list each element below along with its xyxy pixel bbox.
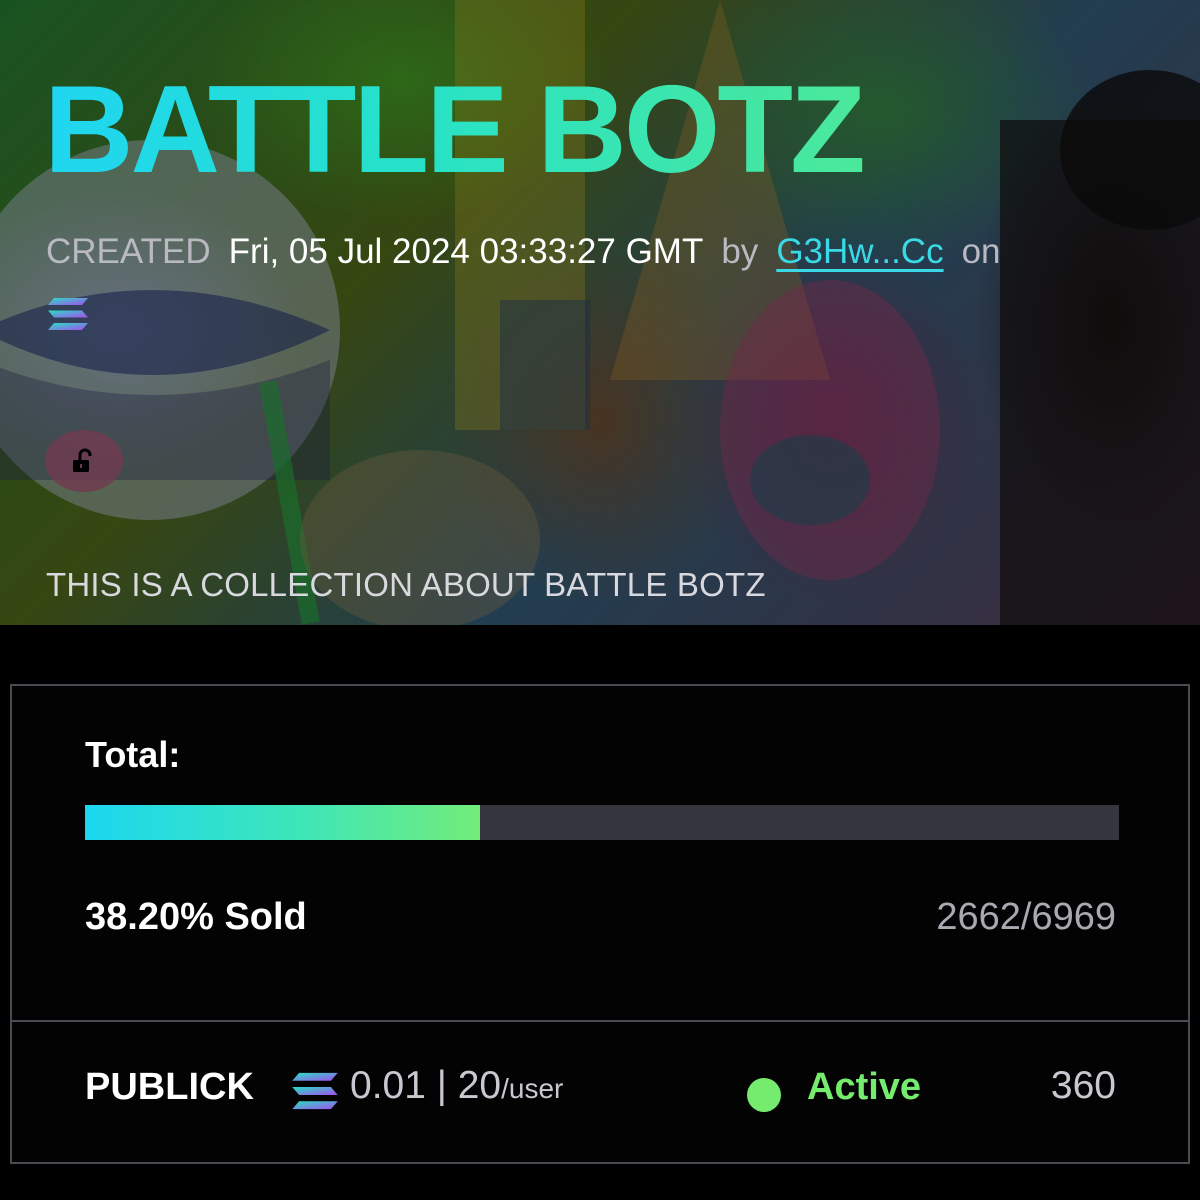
phase-price: 0.01 | 20/user bbox=[350, 1064, 563, 1108]
mint-progress-bar bbox=[85, 805, 1119, 840]
panel-divider bbox=[12, 1020, 1188, 1022]
phase-name: PUBLICK bbox=[85, 1066, 254, 1108]
collection-description: THIS IS A COLLECTION ABOUT BATTLE BOTZ bbox=[46, 566, 766, 603]
created-label: CREATED bbox=[46, 232, 211, 271]
on-label: on bbox=[961, 232, 1001, 271]
mint-progress-fill bbox=[85, 805, 480, 840]
created-date: Fri, 05 Jul 2024 03:33:27 GMT bbox=[228, 232, 704, 271]
solana-icon bbox=[292, 1072, 338, 1110]
total-label: Total: bbox=[85, 734, 181, 775]
mint-panel: Total: 38.20% Sold 2662/6969 PUBLICK 0.0… bbox=[10, 684, 1190, 1164]
phase-count: 360 bbox=[1050, 1064, 1116, 1107]
price-separator: | bbox=[436, 1064, 447, 1107]
limit-unit: /user bbox=[501, 1073, 564, 1104]
unlock-icon bbox=[73, 448, 92, 472]
phase-status: Active bbox=[807, 1066, 922, 1108]
lock-toggle-button[interactable] bbox=[45, 430, 123, 492]
solana-icon bbox=[48, 298, 88, 330]
collection-title: BATTLE BOTZ bbox=[44, 61, 866, 199]
limit-value: 20 bbox=[457, 1064, 502, 1107]
status-indicator-dot bbox=[747, 1078, 781, 1112]
collection-meta: CREATED Fri, 05 Jul 2024 03:33:27 GMT by… bbox=[46, 230, 1001, 274]
by-label: by bbox=[721, 232, 759, 271]
minted-count: 2662/6969 bbox=[936, 896, 1116, 938]
price-value: 0.01 bbox=[350, 1064, 426, 1107]
collection-banner: BATTLE BOTZ CREATED Fri, 05 Jul 2024 03:… bbox=[0, 0, 1200, 625]
sold-percent: 38.20% Sold bbox=[85, 896, 307, 938]
creator-link[interactable]: G3Hw...Cc bbox=[776, 230, 943, 274]
